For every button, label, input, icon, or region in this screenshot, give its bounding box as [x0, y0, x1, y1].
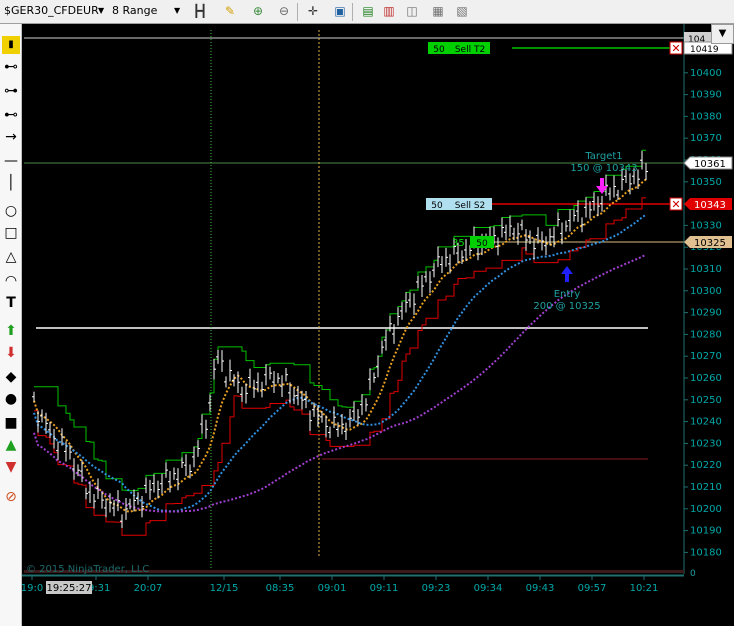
chevron-down-icon[interactable]: ▼ [174, 6, 180, 15]
upper-channel-line [34, 149, 646, 492]
time-label: 09:34 [474, 583, 503, 594]
target-title: Target1 [584, 151, 622, 162]
position-qty: 50 [476, 239, 488, 249]
buy-arrow-icon [561, 266, 573, 282]
properties-icon[interactable]: ▦ [430, 3, 446, 19]
price-label: 10400 [690, 68, 722, 79]
price-label: 10370 [690, 133, 722, 144]
zoom-in-icon[interactable]: ⊕ [250, 3, 266, 19]
price-label: 10310 [690, 264, 722, 275]
mid-ma-line [33, 213, 647, 513]
price-label: 10300 [690, 286, 722, 297]
time-label: 09:01 [318, 583, 347, 594]
price-label: 10210 [690, 482, 722, 493]
close-icon[interactable]: ✕ [671, 198, 680, 211]
entry-price-tag-text: 10325 [694, 238, 726, 249]
pencil-icon[interactable]: ✎ [222, 3, 238, 19]
arrow-line-icon[interactable]: → [2, 128, 20, 146]
sell-s2-qty: 50 [431, 201, 443, 211]
ray-line-icon[interactable]: ⊷ [2, 58, 20, 76]
price-label: 10270 [690, 351, 722, 362]
arrow-down-icon[interactable]: ⬇ [2, 344, 20, 362]
chart-canvas[interactable]: 50 Sell T2 ✕ 50 Sell S2 ✕ 35 50 Target1 … [22, 24, 734, 626]
target-detail: 150 @ 10343 [570, 163, 637, 174]
price-label: 10240 [690, 417, 722, 428]
ellipse-icon[interactable]: ○ [2, 202, 20, 220]
remove-drawings-icon[interactable]: ⊘ [2, 488, 20, 506]
entry-title: Entry [554, 289, 581, 300]
time-label: 19:0 [22, 583, 43, 594]
price-label: 10250 [690, 395, 722, 406]
indicator-zero-label: 0 [690, 569, 696, 579]
diamond-icon[interactable]: ◆ [2, 368, 20, 386]
price-label: 10280 [690, 329, 722, 340]
price-label: 10380 [690, 111, 722, 122]
chart-trader-icon[interactable]: ▤ [360, 3, 376, 19]
sell-t2-qty: 50 [433, 45, 445, 55]
entry-detail: 200 @ 10325 [533, 301, 600, 312]
time-axis[interactable]: 19:0 19:31 20:07 12/15 08:35 09:01 09:11 09:23 0… [22, 576, 658, 594]
rectangle-icon[interactable]: □ [2, 224, 20, 242]
price-label: 10230 [690, 438, 722, 449]
triangle-icon[interactable]: △ [2, 248, 20, 266]
bartype-selector[interactable]: 8 Range [112, 4, 157, 17]
price-label: 10390 [690, 90, 722, 101]
chevron-down-icon[interactable]: ▼ [711, 24, 734, 44]
crosshair-icon[interactable]: ✛ [305, 3, 321, 19]
time-label: 12/15 [210, 583, 239, 594]
price-bars [32, 150, 648, 528]
price-label: 10180 [690, 547, 722, 558]
bar-style-icon[interactable]: ┣┫ [192, 3, 208, 19]
price-axis[interactable]: 1041010400103901038010370103601035010340… [684, 46, 722, 558]
cursor-time: 19:25:27 [47, 583, 92, 594]
price-label: 10220 [690, 460, 722, 471]
separator [297, 3, 298, 21]
price-label: 10200 [690, 504, 722, 515]
time-label: 09:43 [526, 583, 555, 594]
time-label: 09:57 [578, 583, 607, 594]
price-label: 10190 [690, 526, 722, 537]
time-label: 09:11 [370, 583, 399, 594]
stop-price-tag-text: 10343 [694, 200, 726, 211]
triangle-up-icon[interactable]: ▲ [2, 436, 20, 454]
last-price-tag-text: 10361 [694, 159, 726, 170]
arrow-up-icon[interactable]: ⬆ [2, 322, 20, 340]
close-icon[interactable]: ✕ [671, 42, 680, 55]
zoom-out-icon[interactable]: ⊖ [276, 3, 292, 19]
data-box-icon[interactable]: ▣ [332, 3, 348, 19]
drawing-tools-panel: ▮ ⊷ ⊶ ⊷ → — │ ○ □ △ ◠ T ⬆ ⬇ ◆ ● ■ ▲ ▼ ⊘ [0, 24, 22, 626]
position-qty-left: 35 [452, 238, 465, 249]
dot-icon[interactable]: ● [2, 390, 20, 408]
sell-t2-label: Sell T2 [455, 45, 485, 55]
horizontal-line-icon[interactable]: — [2, 152, 20, 170]
templates-icon[interactable]: ▧ [454, 3, 470, 19]
indicators-icon[interactable]: ▥ [381, 3, 397, 19]
time-label: 08:35 [266, 583, 295, 594]
separator [352, 3, 353, 21]
vertical-line-icon[interactable]: │ [2, 174, 20, 192]
lower-channel-line [34, 197, 646, 536]
chevron-down-icon[interactable]: ▼ [98, 6, 104, 15]
time-label: 20:07 [134, 583, 163, 594]
chart-toolbar: $GER30_CFDEUR ▼ 8 Range ▼ ┣┫ ✎ ⊕ ⊖ ✛ ▣ ▤… [0, 0, 734, 24]
extended-line-icon[interactable]: ⊶ [2, 82, 20, 100]
time-label: 10:21 [630, 583, 659, 594]
ruler-icon[interactable]: ▮ [2, 36, 20, 54]
triangle-down-icon[interactable]: ▼ [2, 458, 20, 476]
copyright-text: © 2015 NinjaTrader, LLC [26, 564, 149, 575]
instrument-selector[interactable]: $GER30_CFDEUR [4, 4, 99, 17]
t2-price-tag-text: 10419 [690, 45, 719, 55]
price-label: 10290 [690, 308, 722, 319]
time-label: 09:23 [422, 583, 451, 594]
price-chart[interactable]: 50 Sell T2 ✕ 50 Sell S2 ✕ 35 50 Target1 … [22, 24, 734, 626]
price-label: 10350 [690, 177, 722, 188]
price-label: 10330 [690, 220, 722, 231]
line-icon[interactable]: ⊷ [2, 106, 20, 124]
arc-icon[interactable]: ◠ [2, 272, 20, 290]
strategies-icon[interactable]: ◫ [404, 3, 420, 19]
price-label: 10260 [690, 373, 722, 384]
sell-s2-label: Sell S2 [455, 201, 486, 211]
square-icon[interactable]: ■ [2, 414, 20, 432]
text-icon[interactable]: T [2, 294, 20, 312]
